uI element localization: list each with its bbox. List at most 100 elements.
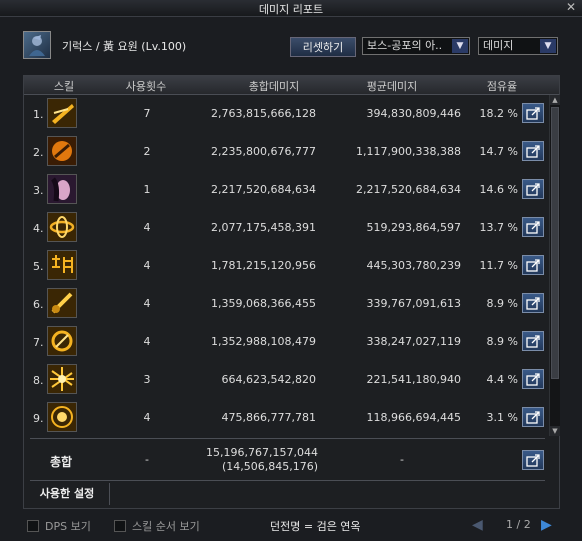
- row-count: 4: [143, 411, 151, 424]
- table-row: 6. 4 1,359,068,366,455 339,767,091,613 8…: [24, 285, 549, 323]
- share-icon: [526, 259, 540, 272]
- dungeon-legend: 던전명 = 검은 연옥: [270, 520, 361, 533]
- row-share: 3.1 %: [486, 411, 518, 424]
- prev-page-icon[interactable]: ◀: [472, 517, 483, 533]
- share-button[interactable]: [522, 331, 544, 351]
- share-icon: [526, 297, 540, 310]
- scroll-down-icon[interactable]: ▼: [550, 426, 560, 436]
- report-footer: DPS 보기 스킬 순서 보기 던전명 = 검은 연옥 ◀ 1 / 2 ▶: [0, 511, 582, 541]
- row-rank: 6.: [33, 298, 44, 311]
- col-count: 사용횟수: [125, 80, 167, 93]
- type-select-value: 데미지: [483, 39, 514, 52]
- table-row: 4. 4 2,077,175,458,391 519,293,864,597 1…: [24, 209, 549, 247]
- scroll-up-icon[interactable]: ▲: [550, 95, 560, 105]
- row-count: 1: [143, 183, 151, 196]
- row-count: 3: [143, 373, 151, 386]
- share-button[interactable]: [522, 103, 544, 123]
- row-average: 2,217,520,684,634: [356, 183, 461, 196]
- skill-orb-icon: [47, 136, 77, 166]
- chevron-down-icon: ▼: [540, 39, 556, 53]
- summary-count: -: [145, 453, 149, 466]
- row-share: 18.2 %: [479, 107, 518, 120]
- page-indicator: 1 / 2: [506, 518, 531, 531]
- row-average: 445,303,780,239: [366, 259, 461, 272]
- damage-table: 스킬 사용횟수 총합데미지 평균데미지 점유율 1. 7 2,763,815,6…: [23, 75, 560, 509]
- row-rank: 5.: [33, 260, 44, 273]
- row-count: 4: [143, 259, 151, 272]
- row-average: 339,767,091,613: [366, 297, 461, 310]
- row-average: 118,966,694,445: [366, 411, 461, 424]
- row-average: 519,293,864,597: [366, 221, 461, 234]
- share-button[interactable]: [522, 293, 544, 313]
- skill-burst-icon: [47, 364, 77, 394]
- skill-glyph-icon: [47, 250, 77, 280]
- skill-whirl-icon: [47, 212, 77, 242]
- table-row: 1. 7 2,763,815,666,128 394,830,809,446 1…: [24, 95, 549, 133]
- col-total: 총합데미지: [248, 80, 300, 93]
- divider: [30, 438, 545, 439]
- report-header: 기럭스 / 黃 요원 (Lv.100) 리셋하기 보스-공포의 아.. ▼ 데미…: [0, 16, 582, 68]
- skill-face-icon: [47, 174, 77, 204]
- share-button[interactable]: [522, 217, 544, 237]
- type-select[interactable]: 데미지 ▼: [478, 37, 558, 55]
- row-rank: 4.: [33, 222, 44, 235]
- row-total: 2,235,800,676,777: [211, 145, 316, 158]
- row-total: 2,763,815,666,128: [211, 107, 316, 120]
- row-total: 1,359,068,366,455: [211, 297, 316, 310]
- share-icon: [526, 107, 540, 120]
- chevron-down-icon: ▼: [452, 39, 468, 53]
- summary-label: 총합: [50, 455, 73, 469]
- share-button[interactable]: [522, 450, 544, 470]
- table-row: 2. 2 2,235,800,676,777 1,117,900,338,388…: [24, 133, 549, 171]
- settings-used-label[interactable]: 사용한 설정: [25, 483, 110, 505]
- next-page-icon[interactable]: ▶: [541, 517, 552, 533]
- character-avatar: [23, 31, 51, 59]
- col-share: 점유율: [486, 80, 518, 93]
- skill-ring-icon: [47, 326, 77, 356]
- row-average: 338,247,027,119: [366, 335, 461, 348]
- row-count: 2: [143, 145, 151, 158]
- share-icon: [526, 411, 540, 424]
- row-rank: 9.: [33, 412, 44, 425]
- share-icon: [526, 221, 540, 234]
- target-select[interactable]: 보스-공포의 아.. ▼: [362, 37, 470, 55]
- row-share: 11.7 %: [479, 259, 518, 272]
- character-name: 기럭스 / 黃 요원 (Lv.100): [62, 40, 187, 53]
- share-button[interactable]: [522, 141, 544, 161]
- table-row: 5. 4 1,781,215,120,956 445,303,780,239 1…: [24, 247, 549, 285]
- share-icon: [526, 373, 540, 386]
- row-average: 394,830,809,446: [366, 107, 461, 120]
- row-average: 221,541,180,940: [366, 373, 461, 386]
- scroll-thumb[interactable]: [551, 107, 559, 379]
- row-total: 2,217,520,684,634: [211, 183, 316, 196]
- window-titlebar: 데미지 리포트 ✕: [0, 0, 582, 17]
- close-icon[interactable]: ✕: [564, 1, 578, 14]
- skill-order-label: 스킬 순서 보기: [132, 520, 200, 533]
- share-button[interactable]: [522, 179, 544, 199]
- summary-total-sub: (14,506,845,176): [221, 460, 318, 473]
- share-icon: [526, 454, 540, 467]
- dps-checkbox[interactable]: [27, 520, 39, 532]
- row-total: 664,623,542,820: [221, 373, 316, 386]
- row-share: 4.4 %: [486, 373, 518, 386]
- row-total: 1,352,988,108,479: [211, 335, 316, 348]
- window-title: 데미지 리포트: [258, 3, 324, 16]
- divider: [30, 480, 545, 481]
- col-skill: 스킬: [53, 80, 75, 93]
- share-button[interactable]: [522, 255, 544, 275]
- row-share: 14.6 %: [479, 183, 518, 196]
- row-count: 7: [143, 107, 151, 120]
- table-scrollbar[interactable]: ▲ ▼: [549, 95, 560, 436]
- row-rank: 7.: [33, 336, 44, 349]
- row-share: 8.9 %: [486, 335, 518, 348]
- summary-average: -: [400, 453, 404, 466]
- background-partial-panel: [0, 292, 16, 492]
- share-button[interactable]: [522, 407, 544, 427]
- skill-target-icon: [47, 402, 77, 432]
- share-button[interactable]: [522, 369, 544, 389]
- reset-button[interactable]: 리셋하기: [290, 37, 356, 57]
- share-icon: [526, 335, 540, 348]
- skill-order-checkbox[interactable]: [114, 520, 126, 532]
- table-row: 7. 4 1,352,988,108,479 338,247,027,119 8…: [24, 323, 549, 361]
- row-total: 1,781,215,120,956: [211, 259, 316, 272]
